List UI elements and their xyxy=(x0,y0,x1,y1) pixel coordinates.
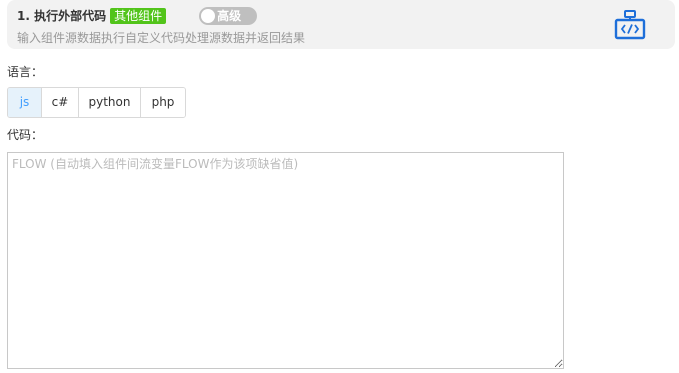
language-option-csharp[interactable]: c# xyxy=(41,88,78,117)
advanced-toggle[interactable]: 高级 xyxy=(199,7,258,25)
code-icon xyxy=(614,10,646,40)
component-step-title: 1. 执行外部代码 xyxy=(17,9,107,23)
component-header-card: 1. 执行外部代码 其他组件 高级 输入组件源数据执行自定义代码处理源数据并返回… xyxy=(7,0,675,49)
toggle-knob xyxy=(201,9,216,23)
component-description: 输入组件源数据执行自定义代码处理源数据并返回结果 xyxy=(17,31,306,45)
language-option-python[interactable]: python xyxy=(78,88,140,117)
language-option-js[interactable]: js xyxy=(8,88,41,117)
component-title-row: 1. 执行外部代码 其他组件 高级 xyxy=(17,7,258,25)
code-editor[interactable] xyxy=(7,152,564,369)
language-option-php[interactable]: php xyxy=(140,88,185,117)
category-badge: 其他组件 xyxy=(110,8,167,24)
advanced-toggle-label: 高级 xyxy=(217,9,242,23)
code-label: 代码： xyxy=(7,128,44,142)
language-label: 语言： xyxy=(7,65,44,79)
language-selector: js c# python php xyxy=(7,87,186,118)
